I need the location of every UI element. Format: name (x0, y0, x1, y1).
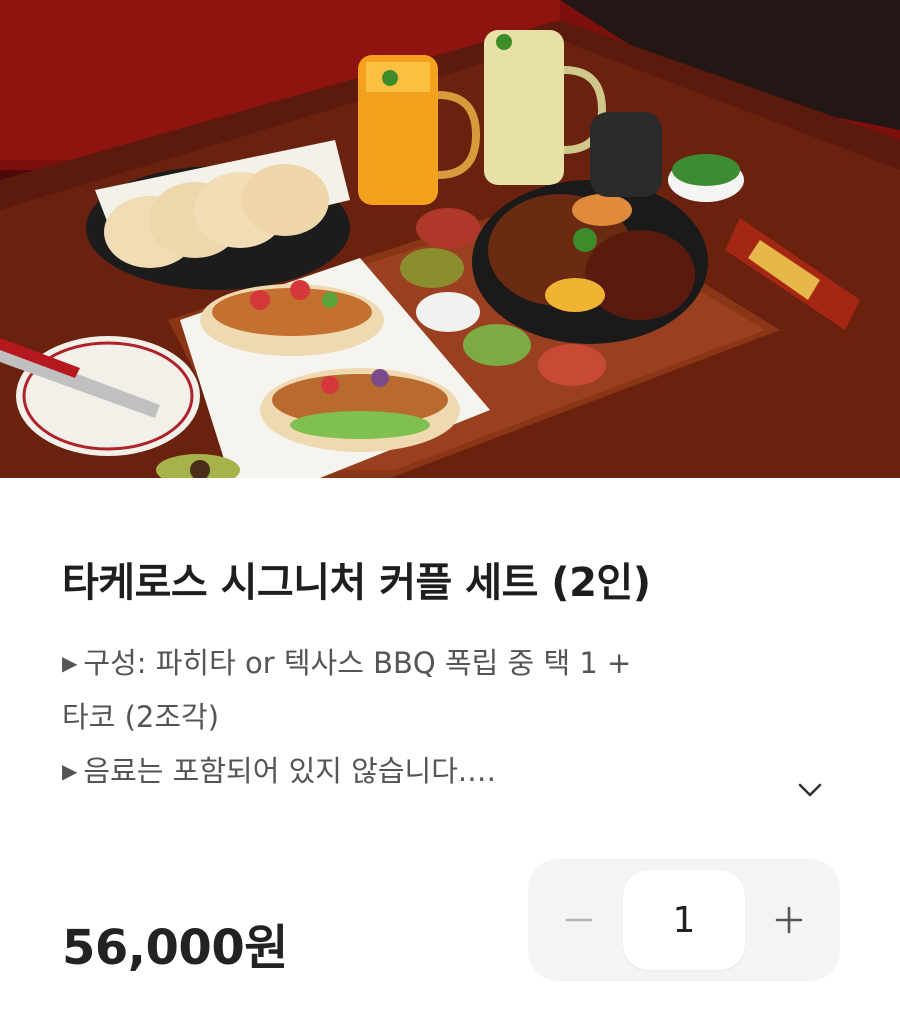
quantity-value[interactable]: 1 (623, 870, 745, 970)
bullet-arrow-icon: ▶ (62, 759, 78, 783)
chevron-down-icon (798, 783, 822, 797)
decrease-quantity-button[interactable] (544, 885, 614, 955)
description-line: 타코 (2조각) (62, 700, 220, 734)
product-description: ▶ 구성: 파히타 or 텍사스 BBQ 폭립 중 택 1 + 타코 (2조각) … (62, 636, 852, 798)
quantity-stepper: 1 (528, 859, 840, 981)
expand-description-button[interactable] (792, 776, 828, 804)
increase-quantity-button[interactable] (754, 885, 824, 955)
description-line: ▶ 구성: 파히타 or 텍사스 BBQ 폭립 중 택 1 + (62, 646, 632, 680)
product-photo (0, 0, 900, 478)
product-detail-page: 타케로스 시그니처 커플 세트 (2인) ▶ 구성: 파히타 or 텍사스 BBQ… (0, 0, 900, 1021)
product-price: 56,000원 (62, 920, 288, 976)
plus-icon (775, 906, 803, 934)
minus-icon (565, 918, 593, 922)
description-line: ▶ 음료는 포함되어 있지 않습니다.… (62, 754, 497, 788)
bullet-arrow-icon: ▶ (62, 651, 78, 675)
product-title: 타케로스 시그니처 커플 세트 (2인) (62, 560, 651, 606)
